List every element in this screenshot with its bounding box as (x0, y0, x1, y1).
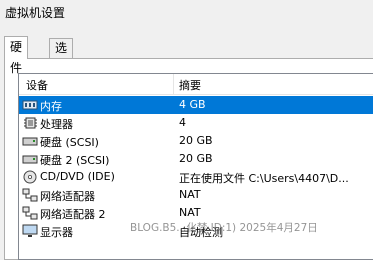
device-name: 硬盘 (SCSI) (40, 136, 99, 149)
hard-disk-icon (22, 155, 38, 164)
processor-icon (24, 117, 37, 129)
device-summary: 正在使用文件 C:\Users\4407\D... (179, 172, 349, 185)
device-name: 显示器 (40, 226, 73, 239)
device-name: 网络适配器 2 (40, 208, 106, 221)
watermark: BLOG.B5...化梦 ID:1) 2025年4月27日 (130, 222, 318, 234)
device-summary: NAT (179, 188, 201, 201)
column-header-device[interactable]: 设备 (26, 77, 48, 93)
device-row-memory[interactable]: 内存 4 GB (19, 96, 373, 114)
device-row-cd-dvd[interactable]: CD/DVD (IDE) 正在使用文件 C:\Users\4407\D... (19, 168, 373, 186)
device-summary: 20 GB (179, 134, 213, 147)
hard-disk-icon (22, 137, 38, 146)
window-title: 虚拟机设置 (5, 6, 66, 20)
display-icon (22, 224, 38, 237)
device-row-hard-disk[interactable]: 硬盘 (SCSI) 20 GB (19, 132, 373, 150)
device-summary: 4 GB (179, 98, 206, 111)
cd-dvd-icon (23, 170, 37, 184)
device-name: 处理器 (40, 118, 73, 131)
device-summary: 20 GB (179, 152, 213, 165)
network-adapter-icon (22, 188, 38, 202)
device-summary: NAT (179, 206, 201, 219)
device-row-network-adapter[interactable]: 网络适配器 NAT (19, 186, 373, 204)
device-row-processor[interactable]: 处理器 4 (19, 114, 373, 132)
device-name: 硬盘 2 (SCSI) (40, 154, 110, 167)
column-header-summary[interactable]: 摘要 (179, 77, 201, 93)
device-name: 网络适配器 (40, 190, 95, 203)
memory-icon (22, 100, 38, 110)
tab-options[interactable]: 选项 (49, 38, 74, 74)
column-divider[interactable] (173, 74, 174, 94)
device-name: 内存 (40, 100, 62, 113)
device-summary: 4 (179, 116, 186, 129)
list-header: 设备 摘要 (19, 74, 373, 95)
device-name: CD/DVD (IDE) (40, 170, 115, 183)
network-adapter-icon (22, 206, 38, 220)
tab-hardware[interactable]: 硬件 (4, 36, 29, 75)
device-row-hard-disk-2[interactable]: 硬盘 2 (SCSI) 20 GB (19, 150, 373, 168)
